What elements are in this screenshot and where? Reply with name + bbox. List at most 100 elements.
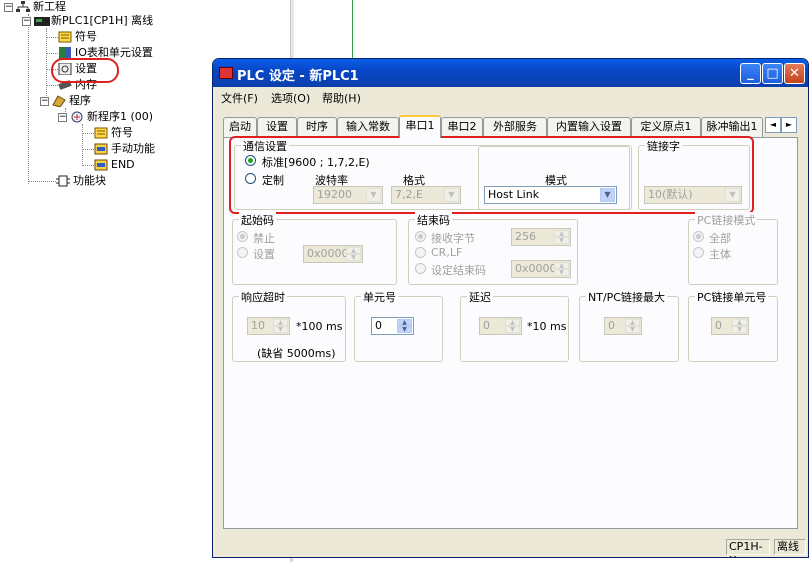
tab-serial-port-2[interactable]: 串口2 bbox=[441, 117, 483, 137]
tree-item-function-blocks[interactable]: 功能块 bbox=[56, 174, 106, 188]
tab-builtin-input[interactable]: 内置输入设置 bbox=[547, 117, 631, 137]
start-code-stepper[interactable]: 0x0000 ▲ ▼ bbox=[303, 245, 363, 263]
group-title: 单元号 bbox=[361, 289, 398, 305]
collapse-icon[interactable]: − bbox=[40, 96, 49, 106]
tree-label: 新PLC1[CP1H] 离线 bbox=[51, 14, 154, 27]
delay-value: 0 bbox=[483, 319, 490, 332]
tab-pulse-output-1[interactable]: 脉冲输出1 bbox=[701, 117, 763, 137]
receive-bytes-radio[interactable] bbox=[415, 231, 426, 242]
tree-item-end[interactable]: END bbox=[94, 158, 135, 172]
delay-stepper[interactable]: 0 ▲ ▼ bbox=[479, 317, 522, 335]
tree-line bbox=[28, 181, 56, 182]
spin-up-icon[interactable]: ▲ bbox=[346, 247, 361, 254]
collapse-icon[interactable]: − bbox=[58, 112, 67, 122]
response-timeout-stepper[interactable]: 10 ▲ ▼ bbox=[247, 317, 290, 335]
unit-number-stepper[interactable]: 0 ▲ ▼ bbox=[371, 317, 414, 335]
start-code-group: 起始码 禁止 设置 0x0000 ▲ ▼ bbox=[232, 212, 397, 285]
tree-item-new-program[interactable]: − 新程序1 (00) bbox=[58, 110, 153, 124]
collapse-icon[interactable]: − bbox=[22, 16, 31, 26]
tree-line bbox=[46, 37, 58, 38]
spin-up-icon[interactable]: ▲ bbox=[554, 262, 569, 269]
tab-input-constants[interactable]: 输入常数 bbox=[337, 117, 399, 137]
tree-line bbox=[82, 133, 94, 134]
tab-settings[interactable]: 设置 bbox=[257, 117, 297, 137]
tab-serial-port-1[interactable]: 串口1 bbox=[399, 115, 441, 138]
spin-up-icon[interactable]: ▲ bbox=[625, 319, 640, 326]
set-end-code-label: 设定结束码 bbox=[431, 264, 486, 277]
spin-up-icon[interactable]: ▲ bbox=[505, 319, 520, 326]
programs-icon bbox=[52, 95, 66, 108]
pc-link-master-radio[interactable] bbox=[693, 247, 704, 258]
menu-file[interactable]: 文件(F) bbox=[221, 90, 258, 106]
spin-down-icon[interactable]: ▼ bbox=[732, 326, 747, 333]
tab-timing[interactable]: 时序 bbox=[297, 117, 337, 137]
tab-scroll-left-button[interactable]: ◄ bbox=[765, 117, 781, 133]
function-block-icon bbox=[56, 175, 70, 187]
start-code-disable-radio[interactable] bbox=[237, 231, 248, 242]
status-bar: CP1H-X 离线 bbox=[213, 537, 808, 557]
tree-line bbox=[82, 165, 94, 166]
group-title: 延迟 bbox=[467, 289, 493, 305]
group-title: NT/PC链接最大 bbox=[586, 289, 667, 305]
disable-label: 禁止 bbox=[253, 232, 275, 245]
pc-link-unit-stepper[interactable]: 0 ▲ ▼ bbox=[711, 317, 749, 335]
serial-port-1-panel: 通信设置 标准[9600 ; 1,7,2,E) 定制 波特率 19200 ▼ 格式… bbox=[223, 136, 798, 529]
tab-define-origin-1[interactable]: 定义原点1 bbox=[631, 117, 701, 137]
spin-down-icon[interactable]: ▼ bbox=[397, 326, 412, 333]
spin-down-icon[interactable]: ▼ bbox=[554, 237, 569, 244]
set-end-code-radio[interactable] bbox=[415, 263, 426, 274]
tree-item-project[interactable]: − 新工程 bbox=[4, 0, 66, 14]
close-button[interactable]: ✕ bbox=[784, 63, 805, 84]
menu-options[interactable]: 选项(O) bbox=[271, 90, 310, 106]
tab-scroll-right-button[interactable]: ► bbox=[781, 117, 797, 133]
nt-pc-link-max-stepper[interactable]: 0 ▲ ▼ bbox=[604, 317, 642, 335]
timeout-default: (缺省 5000ms) bbox=[257, 347, 336, 360]
spin-down-icon[interactable]: ▼ bbox=[505, 326, 520, 333]
tree-item-programs[interactable]: − 程序 bbox=[40, 94, 91, 108]
tab-startup[interactable]: 启动 bbox=[223, 117, 257, 137]
crlf-radio[interactable] bbox=[415, 247, 426, 258]
collapse-icon[interactable]: − bbox=[4, 2, 13, 12]
tree-line bbox=[46, 85, 58, 86]
tree-label: 功能块 bbox=[73, 174, 106, 187]
group-title: 起始码 bbox=[239, 212, 276, 228]
spin-up-icon[interactable]: ▲ bbox=[397, 319, 412, 326]
spin-down-icon[interactable]: ▼ bbox=[625, 326, 640, 333]
spin-down-icon[interactable]: ▼ bbox=[346, 254, 361, 261]
minimize-button[interactable]: _ bbox=[740, 63, 761, 84]
section-icon bbox=[94, 159, 108, 171]
tree-item-plc[interactable]: − 新PLC1[CP1H] 离线 bbox=[22, 14, 153, 28]
start-code-value: 0x0000 bbox=[307, 247, 349, 260]
group-title: PC链接单元号 bbox=[695, 289, 769, 305]
program-icon bbox=[70, 111, 84, 123]
menu-help[interactable]: 帮助(H) bbox=[322, 90, 361, 106]
pc-link-all-radio[interactable] bbox=[693, 231, 704, 242]
spin-up-icon[interactable]: ▲ bbox=[554, 230, 569, 237]
title-bar[interactable]: PLC 设定 - 新PLC1 _ □ ✕ bbox=[213, 59, 808, 87]
spin-down-icon[interactable]: ▼ bbox=[554, 269, 569, 276]
spin-down-icon[interactable]: ▼ bbox=[273, 326, 288, 333]
maximize-button[interactable]: □ bbox=[762, 63, 783, 84]
pc-link-unit-value: 0 bbox=[715, 319, 722, 332]
group-title: 响应超时 bbox=[239, 289, 287, 305]
tree-item-symbols[interactable]: 符号 bbox=[58, 30, 97, 44]
tree-item-prog-symbols[interactable]: 符号 bbox=[94, 126, 133, 140]
tab-external-service[interactable]: 外部服务 bbox=[483, 117, 547, 137]
start-code-set-radio[interactable] bbox=[237, 247, 248, 258]
spin-up-icon[interactable]: ▲ bbox=[732, 319, 747, 326]
plc-settings-dialog: PLC 设定 - 新PLC1 _ □ ✕ 文件(F) 选项(O) 帮助(H) 启… bbox=[212, 58, 809, 558]
spin-up-icon[interactable]: ▲ bbox=[273, 319, 288, 326]
group-title: PC链接模式 bbox=[695, 212, 758, 228]
nt-pc-link-max-group: NT/PC链接最大 0 ▲ ▼ bbox=[579, 289, 679, 362]
receive-bytes-label: 接收字节 bbox=[431, 232, 475, 245]
window-title: PLC 设定 - 新PLC1 bbox=[237, 69, 359, 84]
tree-label: END bbox=[111, 158, 135, 171]
tree-item-manual-func[interactable]: 手动功能 bbox=[94, 142, 155, 156]
status-state: 离线 bbox=[774, 539, 806, 555]
tree-label: 符号 bbox=[111, 126, 133, 139]
delay-group: 延迟 0 ▲ ▼ *10 ms bbox=[460, 289, 569, 362]
unit-number-value: 0 bbox=[375, 319, 382, 332]
end-code-stepper[interactable]: 0x0000 ▲ ▼ bbox=[511, 260, 571, 278]
receive-bytes-stepper[interactable]: 256 ▲ ▼ bbox=[511, 228, 571, 246]
section-icon bbox=[94, 143, 108, 155]
